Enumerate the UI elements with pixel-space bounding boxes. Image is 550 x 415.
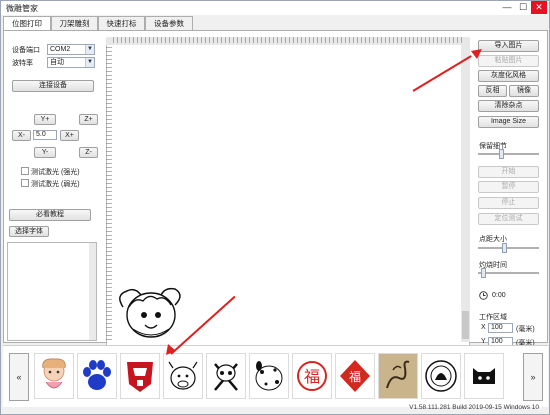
- text-area-scrollbar[interactable]: [89, 243, 96, 340]
- weak-laser-checkbox[interactable]: [21, 179, 29, 187]
- maximize-button[interactable]: ☐: [515, 1, 531, 14]
- clock-icon: [479, 291, 488, 300]
- paw-icon: [83, 360, 111, 390]
- gallery-item-skull[interactable]: [206, 353, 246, 399]
- clear-noise-button[interactable]: 清除杂点: [478, 100, 539, 112]
- invert-button[interactable]: 反相: [478, 85, 507, 97]
- port-value: COM2: [50, 46, 71, 53]
- gallery-item-cat[interactable]: [464, 353, 504, 399]
- scrollbar-thumb[interactable]: [462, 311, 469, 339]
- chevron-down-icon: ▼: [85, 58, 94, 67]
- skull-icon: [214, 363, 238, 391]
- port-label: 设备端口: [12, 47, 40, 54]
- fu-seal-icon: 福: [297, 361, 327, 391]
- slider-thumb[interactable]: [499, 149, 504, 159]
- burn-time-slider[interactable]: [478, 268, 539, 278]
- canvas-vertical-scrollbar[interactable]: [461, 45, 470, 342]
- paste-image-button[interactable]: 粘贴图片: [478, 55, 539, 67]
- arrow-head-icon: [471, 49, 482, 59]
- tab-quick-mark[interactable]: 快速打标: [98, 16, 145, 30]
- gallery-item-girl[interactable]: [34, 353, 74, 399]
- work-area-x-unit: (毫米): [516, 326, 535, 333]
- cow-icon: [168, 361, 198, 390]
- gallery-item-fu-seal[interactable]: 福: [292, 353, 332, 399]
- connect-button[interactable]: 连接设备: [12, 80, 94, 92]
- main-window: 微雕管家 — ☐ ✕ 位图打印 刀架雕刻 快速打标 设备参数 设备端口 COM2…: [0, 0, 550, 415]
- slider-track: [478, 153, 539, 155]
- close-button[interactable]: ✕: [531, 1, 547, 14]
- chevron-down-icon: ▼: [85, 45, 94, 54]
- dalmatian-icon: [255, 361, 283, 391]
- gallery-item-fu-diamond[interactable]: 福: [335, 353, 375, 399]
- y-minus-button[interactable]: Y-: [34, 147, 56, 158]
- window-title: 微雕管家: [6, 4, 38, 13]
- image-size-button[interactable]: Image Size: [478, 116, 539, 128]
- work-area-x-input[interactable]: 100: [488, 323, 513, 333]
- x-minus-button[interactable]: X-: [12, 130, 31, 141]
- girl-icon: [42, 358, 66, 389]
- minimize-button[interactable]: —: [499, 1, 515, 14]
- gallery-prev-button[interactable]: «: [9, 353, 29, 401]
- retain-detail-slider[interactable]: [478, 149, 539, 159]
- tab-bitmap-print[interactable]: 位图打印: [3, 16, 51, 31]
- port-select[interactable]: COM2 ▼: [47, 44, 95, 55]
- baud-select[interactable]: 自动 ▼: [47, 57, 95, 68]
- x-plus-button[interactable]: X+: [60, 130, 79, 141]
- transformers-icon: [127, 362, 153, 392]
- strong-laser-checkbox[interactable]: [21, 167, 29, 175]
- grayscale-button[interactable]: 灰度化风格: [478, 70, 539, 82]
- timer-text: 0:00: [492, 292, 506, 299]
- gallery-item-dalmatian[interactable]: [249, 353, 289, 399]
- gallery-item-emblem[interactable]: [421, 353, 461, 399]
- dragon-icon: [386, 360, 410, 389]
- gallery-next-button[interactable]: »: [523, 353, 543, 401]
- horizontal-ruler: [113, 37, 463, 43]
- gallery-item-transformers[interactable]: [120, 353, 160, 399]
- arrow-head-icon: [166, 344, 176, 355]
- vertical-ruler: [106, 45, 112, 340]
- weak-laser-label: 测试激光 (弱光): [31, 181, 80, 188]
- svg-text:福: 福: [304, 367, 320, 386]
- emblem-icon: [425, 360, 457, 392]
- work-area-x-label: X: [481, 324, 486, 331]
- import-image-button[interactable]: 导入图片: [478, 40, 539, 52]
- slider-track: [478, 247, 539, 249]
- work-area-y-label: Y: [481, 338, 486, 345]
- slider-track: [478, 272, 539, 274]
- baud-value: 自动: [50, 59, 64, 66]
- stop-button[interactable]: 停止: [478, 197, 539, 209]
- work-area-label: 工作区域: [479, 314, 507, 321]
- slider-thumb[interactable]: [502, 243, 507, 253]
- pause-button[interactable]: 暂停: [478, 181, 539, 193]
- tutorial-button[interactable]: 必看教程: [9, 209, 91, 221]
- tab-device-params[interactable]: 设备参数: [145, 16, 193, 30]
- z-plus-button[interactable]: Z+: [79, 114, 98, 125]
- gallery-item-dragon[interactable]: [378, 353, 418, 399]
- tab-knife-engrave[interactable]: 刀架雕刻: [51, 16, 98, 30]
- version-status-text: V1.58.111.281 Build 2019-09-15 Windows 1…: [409, 404, 539, 411]
- fu-diamond-icon: 福: [340, 360, 370, 392]
- sheep-preview-image[interactable]: [113, 285, 187, 343]
- y-plus-button[interactable]: Y+: [34, 114, 56, 125]
- gallery-item-paw[interactable]: [77, 353, 117, 399]
- dot-size-slider[interactable]: [478, 243, 539, 253]
- select-font-button[interactable]: 选择字体: [9, 226, 49, 237]
- svg-text:福: 福: [349, 369, 361, 384]
- z-minus-button[interactable]: Z-: [79, 147, 98, 158]
- strong-laser-label: 测试激光 (强光): [31, 169, 80, 176]
- step-input[interactable]: 5.0: [33, 130, 57, 140]
- title-bar: 微雕管家 — ☐ ✕: [1, 1, 549, 15]
- baud-label: 波特率: [12, 60, 33, 67]
- cat-icon: [473, 368, 495, 384]
- locate-test-button[interactable]: 定位测试: [478, 213, 539, 225]
- mirror-button[interactable]: 镜像: [509, 85, 539, 97]
- text-input-area[interactable]: [7, 242, 97, 341]
- start-button[interactable]: 开始: [478, 166, 539, 178]
- slider-thumb[interactable]: [481, 268, 486, 278]
- gallery-item-cow[interactable]: [163, 353, 203, 399]
